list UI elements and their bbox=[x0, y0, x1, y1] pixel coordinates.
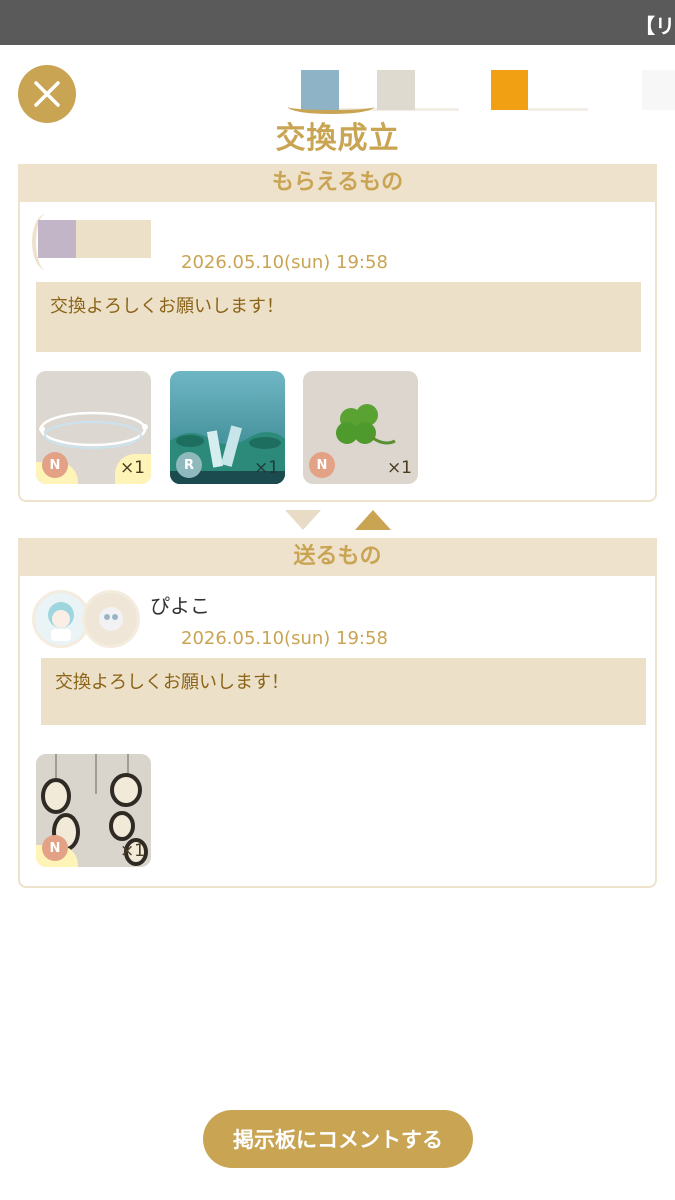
color-swatch bbox=[377, 70, 415, 110]
receive-heading: もらえるもの bbox=[18, 164, 657, 202]
arrow-up-icon bbox=[355, 510, 391, 530]
avatar bbox=[82, 590, 140, 648]
arrow-down-icon bbox=[285, 510, 321, 530]
receive-item[interactable]: N ×1 bbox=[303, 371, 418, 484]
title-decoration bbox=[288, 100, 374, 114]
receive-message: 交換よろしくお願いします！ bbox=[36, 282, 641, 352]
status-bar-text: 【リ bbox=[635, 14, 675, 38]
receive-item[interactable]: N ×1 bbox=[36, 371, 151, 484]
send-timestamp: 2026.05.10(sun) 19:58 bbox=[181, 628, 388, 649]
swatch-underline bbox=[528, 108, 588, 111]
send-heading: 送るもの bbox=[18, 538, 657, 576]
rarity-badge: N bbox=[42, 452, 68, 478]
rarity-badge: N bbox=[309, 452, 335, 478]
send-panel: 送るもの ぴよこ 2026.05.10(sun) 19:58 交換よろしくお願い… bbox=[18, 538, 657, 888]
receive-item[interactable]: R ×1 bbox=[170, 371, 285, 484]
receive-timestamp: 2026.05.10(sun) 19:58 bbox=[181, 252, 388, 273]
close-icon bbox=[34, 81, 60, 107]
send-message: 交換よろしくお願いします！ bbox=[41, 658, 646, 725]
item-quantity: ×1 bbox=[386, 458, 412, 478]
receive-panel: もらえるもの 2026.05.10(sun) 19:58 交換よろしくお願いしま… bbox=[18, 164, 657, 502]
avatar-character-icon bbox=[85, 593, 137, 645]
status-bar: 【リ bbox=[0, 0, 675, 45]
page-title: 交換成立 bbox=[275, 121, 400, 156]
send-item[interactable]: N ×1 bbox=[36, 754, 151, 867]
color-swatch bbox=[642, 70, 675, 110]
item-quantity: ×1 bbox=[119, 841, 145, 861]
name-color-block bbox=[38, 220, 76, 258]
item-quantity: ×1 bbox=[253, 458, 279, 478]
color-swatch bbox=[491, 70, 528, 110]
rarity-badge: N bbox=[42, 835, 68, 861]
item-quantity: ×1 bbox=[119, 458, 145, 478]
comment-board-button[interactable]: 掲示板にコメントする bbox=[203, 1110, 473, 1168]
sender-name: ぴよこ bbox=[150, 594, 210, 618]
avatar-character-icon bbox=[35, 593, 87, 645]
partner-name-placeholder bbox=[38, 220, 151, 258]
rarity-badge: R bbox=[176, 452, 202, 478]
